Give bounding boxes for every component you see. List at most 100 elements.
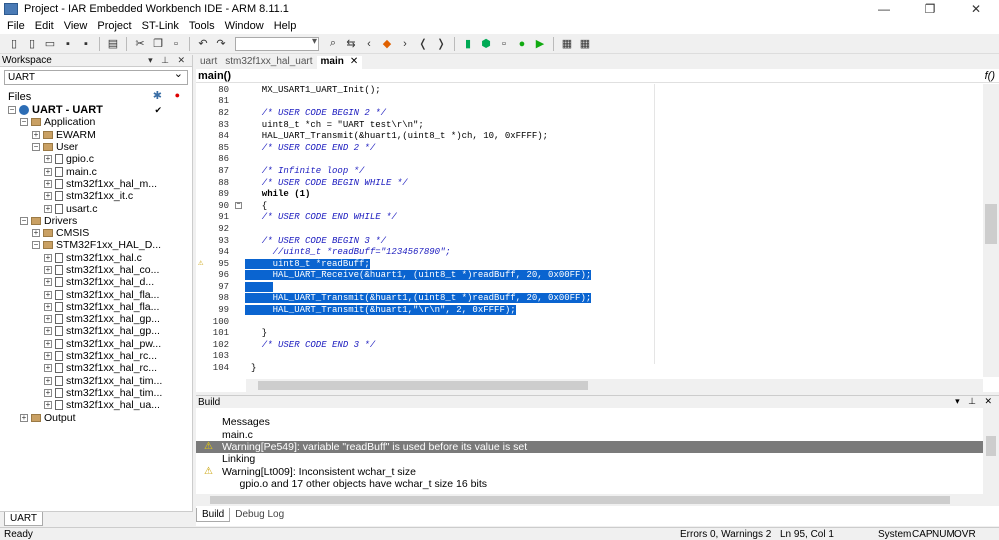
code-line[interactable]: 82 /* USER CODE BEGIN 2 */ <box>196 107 983 119</box>
tree-item[interactable]: − Application <box>0 116 192 128</box>
expand-icon[interactable]: + <box>44 290 52 299</box>
collapse-icon[interactable]: − <box>20 216 28 225</box>
code-line[interactable]: 89 while (1) <box>196 188 983 200</box>
code-line[interactable]: 87 /* Infinite loop */ <box>196 165 983 177</box>
tab-build[interactable]: Build <box>196 508 231 522</box>
expand-icon[interactable]: + <box>44 302 52 311</box>
code-line[interactable]: 96 HAL_UART_Receive(&huart1, (uint8_t *)… <box>196 270 983 282</box>
code-line[interactable]: 91 /* USER CODE END WHILE */ <box>196 212 983 224</box>
open-icon[interactable]: ▭ <box>42 36 58 52</box>
find-combo[interactable] <box>235 36 319 51</box>
code-line[interactable]: 101 } <box>196 327 983 339</box>
build-horizontal-scrollbar[interactable] <box>196 494 983 506</box>
forward-icon[interactable]: › <box>397 36 413 52</box>
expand-icon[interactable]: + <box>44 278 52 287</box>
expand-icon[interactable]: + <box>20 413 28 422</box>
tree-item[interactable]: + stm32f1xx_hal_gp... <box>0 325 192 337</box>
scroll-thumb[interactable] <box>985 204 997 244</box>
expand-icon[interactable]: + <box>44 204 52 213</box>
menu-window[interactable]: Window <box>220 20 269 32</box>
tree-item[interactable]: − UART - UART ✔ <box>0 104 192 116</box>
scroll-thumb[interactable] <box>258 381 588 390</box>
code-line[interactable]: 99 HAL_UART_Transmit(&huart1,"\r\n", 2, … <box>196 304 983 316</box>
tree-item[interactable]: + stm32f1xx_hal_gp... <box>0 313 192 325</box>
tree-item[interactable]: + stm32f1xx_it.c <box>0 190 192 202</box>
code-line[interactable]: 88 /* USER CODE BEGIN WHILE */ <box>196 177 983 189</box>
nav-next-icon[interactable]: ❭ <box>433 36 449 52</box>
tree-item[interactable]: + stm32f1xx_hal_rc... <box>0 362 192 374</box>
tab-uart[interactable]: uart <box>196 56 221 69</box>
gear-icon[interactable]: ✱ <box>153 89 162 102</box>
code-line[interactable]: 98 HAL_UART_Transmit(&huart1,(uint8_t *)… <box>196 293 983 305</box>
compile-icon[interactable]: ▮ <box>460 36 476 52</box>
expand-icon[interactable]: + <box>32 130 40 139</box>
panel-controls[interactable]: ▾ ⊥ ✕ <box>955 396 995 407</box>
collapse-icon[interactable]: − <box>8 106 16 115</box>
expand-icon[interactable]: + <box>44 352 52 361</box>
config-select[interactable]: UART <box>4 68 188 85</box>
tree-item[interactable]: + stm32f1xx_hal_pw... <box>0 338 192 350</box>
expand-icon[interactable]: + <box>44 266 52 274</box>
code-line[interactable]: 100 <box>196 316 983 328</box>
tab-debug-log[interactable]: Debug Log <box>230 508 289 522</box>
code-line[interactable]: 90− { <box>196 200 983 212</box>
tree-item[interactable]: + stm32f1xx_hal_d... <box>0 276 192 288</box>
tree-item[interactable]: + stm32f1xx_hal_ua... <box>0 399 192 411</box>
tree-item[interactable]: + stm32f1xx_hal_m... <box>0 178 192 190</box>
minimize-button[interactable]: — <box>861 0 907 18</box>
tree-item[interactable]: − Drivers <box>0 215 192 227</box>
expand-icon[interactable]: + <box>44 155 52 164</box>
expand-icon[interactable]: + <box>44 253 52 262</box>
code-line[interactable]: 104} <box>196 362 983 374</box>
build-message[interactable]: Linking <box>196 453 983 465</box>
tree-item[interactable]: + CMSIS <box>0 227 192 239</box>
menu-project[interactable]: Project <box>92 20 136 32</box>
debug-icon[interactable]: ● <box>514 36 530 52</box>
restore-button[interactable]: ❐ <box>907 0 953 18</box>
cut-icon[interactable]: ✂ <box>132 36 148 52</box>
expand-icon[interactable]: + <box>44 376 52 385</box>
build-message[interactable]: gpio.o and 17 other objects have wchar_t… <box>196 478 983 490</box>
copy-icon[interactable]: ❐ <box>150 36 166 52</box>
build-message[interactable]: main.c <box>196 428 983 441</box>
new-file-icon[interactable]: ▯ <box>6 36 22 52</box>
tab-workspace-uart[interactable]: UART <box>4 512 44 526</box>
tree-item[interactable]: + main.c <box>0 165 192 178</box>
tree-item[interactable]: + stm32f1xx_hal.c <box>0 252 192 264</box>
menu-edit[interactable]: Edit <box>30 20 59 32</box>
nav-prev-icon[interactable]: ❬ <box>415 36 431 52</box>
tree-item[interactable]: + stm32f1xx_hal_tim... <box>0 387 192 399</box>
code-line[interactable]: 80 MX_USART1_UART_Init(); <box>196 84 983 96</box>
window-layout-icon[interactable]: ▦ <box>559 36 575 52</box>
expand-icon[interactable]: + <box>44 179 52 188</box>
make-icon[interactable]: ⬢ <box>478 36 494 52</box>
scroll-thumb[interactable] <box>210 496 950 504</box>
code-line[interactable]: ⚠ 95 uint8_t *readBuff; <box>196 258 983 270</box>
code-line[interactable]: 86 <box>196 154 983 166</box>
function-list-icon[interactable]: f() <box>985 70 995 82</box>
scroll-thumb[interactable] <box>986 436 996 456</box>
expand-icon[interactable]: + <box>44 401 52 410</box>
tree-item[interactable]: + stm32f1xx_hal_tim... <box>0 375 192 387</box>
fold-icon[interactable]: − <box>235 201 242 209</box>
code-line[interactable]: 93 /* USER CODE BEGIN 3 */ <box>196 235 983 247</box>
code-line[interactable]: 94 //uint8_t *readBuff="1234567890"; <box>196 246 983 258</box>
tree-item[interactable]: − STM32F1xx_HAL_D... <box>0 239 192 251</box>
close-icon[interactable]: ✕ <box>350 56 358 67</box>
code-line[interactable]: 102 /* USER CODE END 3 */ <box>196 339 983 351</box>
menu-stlink[interactable]: ST-Link <box>137 20 184 32</box>
tab-stm32f1xx-hal-uart[interactable]: stm32f1xx_hal_uart <box>221 56 316 69</box>
stop-build-icon[interactable]: ▫ <box>496 36 512 52</box>
panel-controls[interactable]: ▾ ⊥ ✕ <box>148 55 188 66</box>
expand-icon[interactable]: + <box>44 315 52 324</box>
build-message[interactable]: ⚠ Warning[Pe549]: variable "readBuff" is … <box>196 440 983 454</box>
undo-icon[interactable]: ↶ <box>195 36 211 52</box>
window-layout2-icon[interactable]: ▦ <box>577 36 593 52</box>
code-line[interactable]: 83 uint8_t *ch = "UART test\r\n"; <box>196 119 983 131</box>
menu-view[interactable]: View <box>59 20 93 32</box>
save-all-icon[interactable]: ▪ <box>78 36 94 52</box>
menu-file[interactable]: File <box>2 20 30 32</box>
collapse-icon[interactable]: − <box>32 143 40 152</box>
expand-icon[interactable]: + <box>44 192 52 201</box>
bookmark-icon[interactable]: ◆ <box>379 36 395 52</box>
